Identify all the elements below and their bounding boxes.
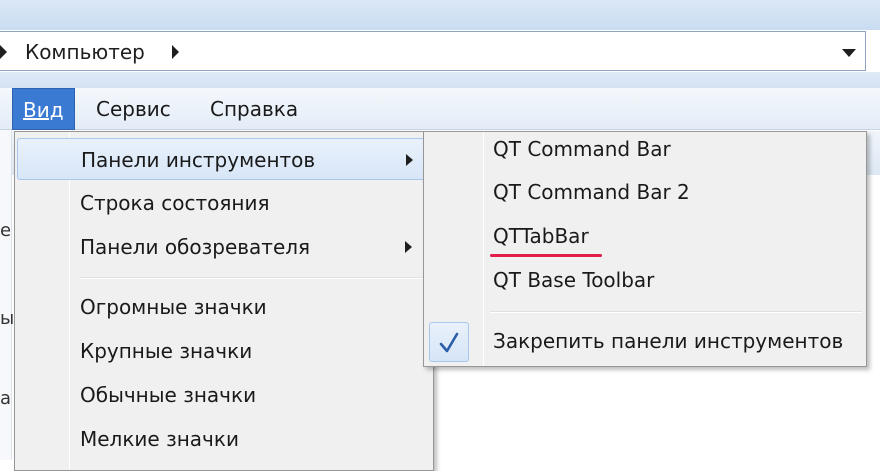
submenu-item-label: Закрепить панели инструментов (493, 329, 844, 353)
nav-fragment: е (0, 220, 12, 241)
qttabbar-annotation-underline (490, 254, 602, 257)
menu-tools-label: Сервис (96, 97, 171, 121)
toolbar-band (0, 72, 880, 88)
submenu-item-qt-command-bar[interactable]: QT Command Bar (426, 129, 864, 169)
submenu-item-label: QT Command Bar 2 (493, 180, 690, 204)
menu-item-explorer-bars[interactable]: Панели обозревателя (17, 226, 431, 268)
menu-item-label: Панели инструментов (81, 148, 316, 172)
address-dropdown-chevron-down-icon[interactable] (842, 49, 856, 57)
submenu-item-qttabbar[interactable]: QTTabBar (426, 216, 864, 256)
chevron-right-icon (406, 154, 413, 166)
menu-item-label: Панели обозревателя (80, 235, 311, 259)
menu-bar: Вид Сервис Справка (0, 88, 880, 130)
address-back-arrow-icon[interactable] (0, 45, 7, 59)
submenu-item-lock-toolbars[interactable]: Закрепить панели инструментов (426, 321, 864, 361)
menu-view[interactable]: Вид (12, 88, 75, 130)
nav-fragment: а (0, 388, 12, 409)
submenu-item-label: QTTabBar (493, 224, 589, 248)
menu-item-label: Обычные значки (80, 383, 257, 407)
menu-view-label: Вид (23, 98, 64, 122)
menu-item-status-bar[interactable]: Строка состояния (17, 182, 431, 224)
menu-item-extra-large-icons[interactable]: Огромные значки (17, 286, 431, 328)
address-path[interactable]: Компьютер (25, 40, 145, 64)
view-menu: Панели инструментов Строка состояния Пан… (14, 131, 434, 471)
menu-item-label: Огромные значки (80, 295, 267, 319)
menu-tools[interactable]: Сервис (86, 88, 181, 130)
submenu-item-qt-base-toolbar[interactable]: QT Base Toolbar (426, 260, 864, 300)
address-bar[interactable]: Компьютер (0, 31, 866, 71)
menu-help[interactable]: Справка (200, 88, 308, 130)
menu-item-toolbars[interactable]: Панели инструментов (17, 138, 431, 180)
submenu-separator (490, 311, 862, 313)
menu-item-label: Мелкие значки (80, 427, 239, 451)
menu-item-small-icons[interactable]: Мелкие значки (17, 418, 431, 460)
chevron-right-icon (405, 241, 412, 253)
menu-item-medium-icons[interactable]: Обычные значки (17, 374, 431, 416)
submenu-item-qt-command-bar-2[interactable]: QT Command Bar 2 (426, 172, 864, 212)
menu-item-label: Крупные значки (80, 339, 253, 363)
submenu-item-label: QT Command Bar (493, 137, 671, 161)
navigation-pane-edge: е ы а (0, 130, 15, 460)
toolbars-submenu: QT Command Bar QT Command Bar 2 QTTabBar… (423, 131, 867, 367)
nav-fragment: ы (0, 308, 15, 329)
breadcrumb-chevron-right-icon[interactable] (172, 45, 179, 59)
window-chrome (0, 0, 880, 30)
menu-separator (79, 277, 429, 279)
submenu-item-label: QT Base Toolbar (493, 268, 655, 292)
menu-item-label: Строка состояния (80, 191, 270, 215)
menu-help-label: Справка (210, 97, 299, 121)
menu-item-large-icons[interactable]: Крупные значки (17, 330, 431, 372)
